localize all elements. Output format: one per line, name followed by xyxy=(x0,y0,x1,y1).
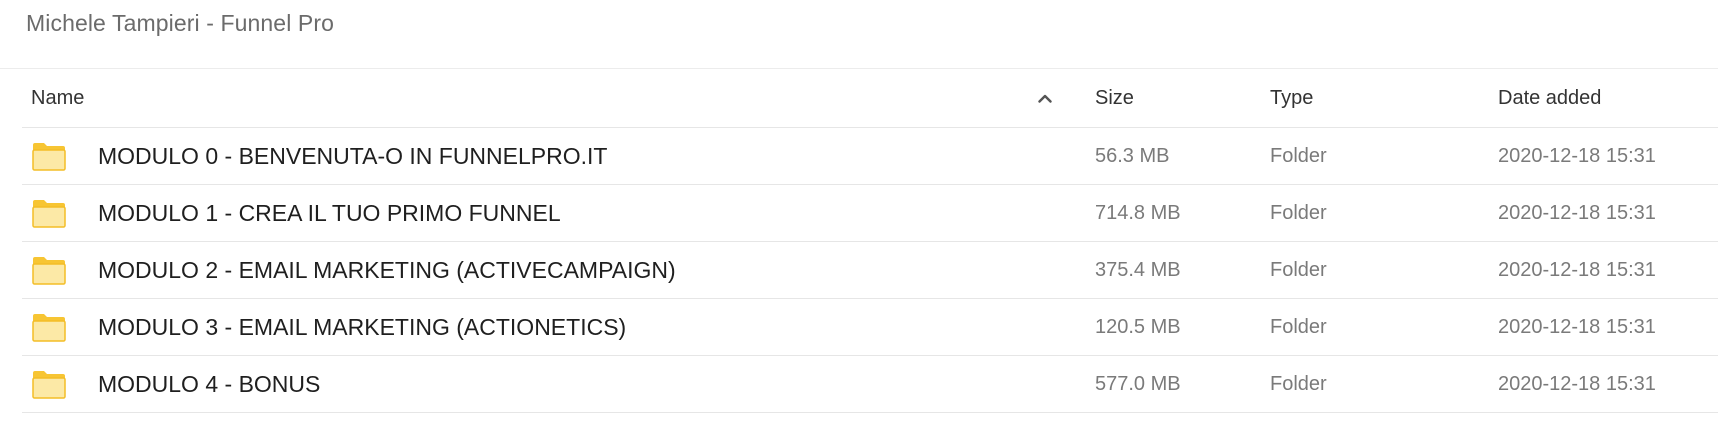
folder-name[interactable]: MODULO 4 - BONUS xyxy=(98,356,320,412)
folder-date-added: 2020-12-18 15:31 xyxy=(1498,316,1656,338)
folder-size: 577.0 MB xyxy=(1095,373,1181,395)
table-row[interactable]: MODULO 1 - CREA IL TUO PRIMO FUNNEL 714.… xyxy=(22,185,1718,242)
table-header: Name Size Type Date added xyxy=(22,70,1718,128)
folder-icon xyxy=(32,197,66,229)
header-divider xyxy=(0,68,1718,69)
folder-type: Folder xyxy=(1270,259,1327,281)
column-header-size[interactable]: Size xyxy=(1095,70,1134,127)
folder-icon xyxy=(32,254,66,286)
folder-name[interactable]: MODULO 3 - EMAIL MARKETING (ACTIONETICS) xyxy=(98,299,626,355)
folder-name[interactable]: MODULO 1 - CREA IL TUO PRIMO FUNNEL xyxy=(98,185,561,241)
folder-type: Folder xyxy=(1270,316,1327,338)
folder-icon xyxy=(32,368,66,400)
folder-type: Folder xyxy=(1270,202,1327,224)
table-row[interactable]: MODULO 0 - BENVENUTA-O IN FUNNELPRO.IT 5… xyxy=(22,128,1718,185)
table-row[interactable]: MODULO 3 - EMAIL MARKETING (ACTIONETICS)… xyxy=(22,299,1718,356)
folder-name[interactable]: MODULO 0 - BENVENUTA-O IN FUNNELPRO.IT xyxy=(98,128,607,184)
table-row[interactable]: MODULO 4 - BONUS 577.0 MB Folder 2020-12… xyxy=(22,356,1718,413)
folder-type: Folder xyxy=(1270,145,1327,167)
table-row[interactable]: MODULO 2 - EMAIL MARKETING (ACTIVECAMPAI… xyxy=(22,242,1718,299)
chevron-up-icon[interactable] xyxy=(1035,70,1055,127)
folder-icon xyxy=(32,140,66,172)
folder-size: 120.5 MB xyxy=(1095,316,1181,338)
file-table: Name Size Type Date added MODULO 0 - BEN… xyxy=(22,70,1718,413)
column-header-name[interactable]: Name xyxy=(31,70,84,127)
folder-size: 714.8 MB xyxy=(1095,202,1181,224)
folder-date-added: 2020-12-18 15:31 xyxy=(1498,373,1656,395)
breadcrumb: Michele Tampieri - Funnel Pro xyxy=(26,10,334,36)
folder-date-added: 2020-12-18 15:31 xyxy=(1498,145,1656,167)
folder-size: 56.3 MB xyxy=(1095,145,1170,167)
folder-date-added: 2020-12-18 15:31 xyxy=(1498,202,1656,224)
column-header-date-added[interactable]: Date added xyxy=(1498,70,1601,127)
folder-type: Folder xyxy=(1270,373,1327,395)
folder-icon xyxy=(32,311,66,343)
folder-name[interactable]: MODULO 2 - EMAIL MARKETING (ACTIVECAMPAI… xyxy=(98,242,676,298)
folder-date-added: 2020-12-18 15:31 xyxy=(1498,259,1656,281)
column-header-type[interactable]: Type xyxy=(1270,70,1313,127)
folder-size: 375.4 MB xyxy=(1095,259,1181,281)
